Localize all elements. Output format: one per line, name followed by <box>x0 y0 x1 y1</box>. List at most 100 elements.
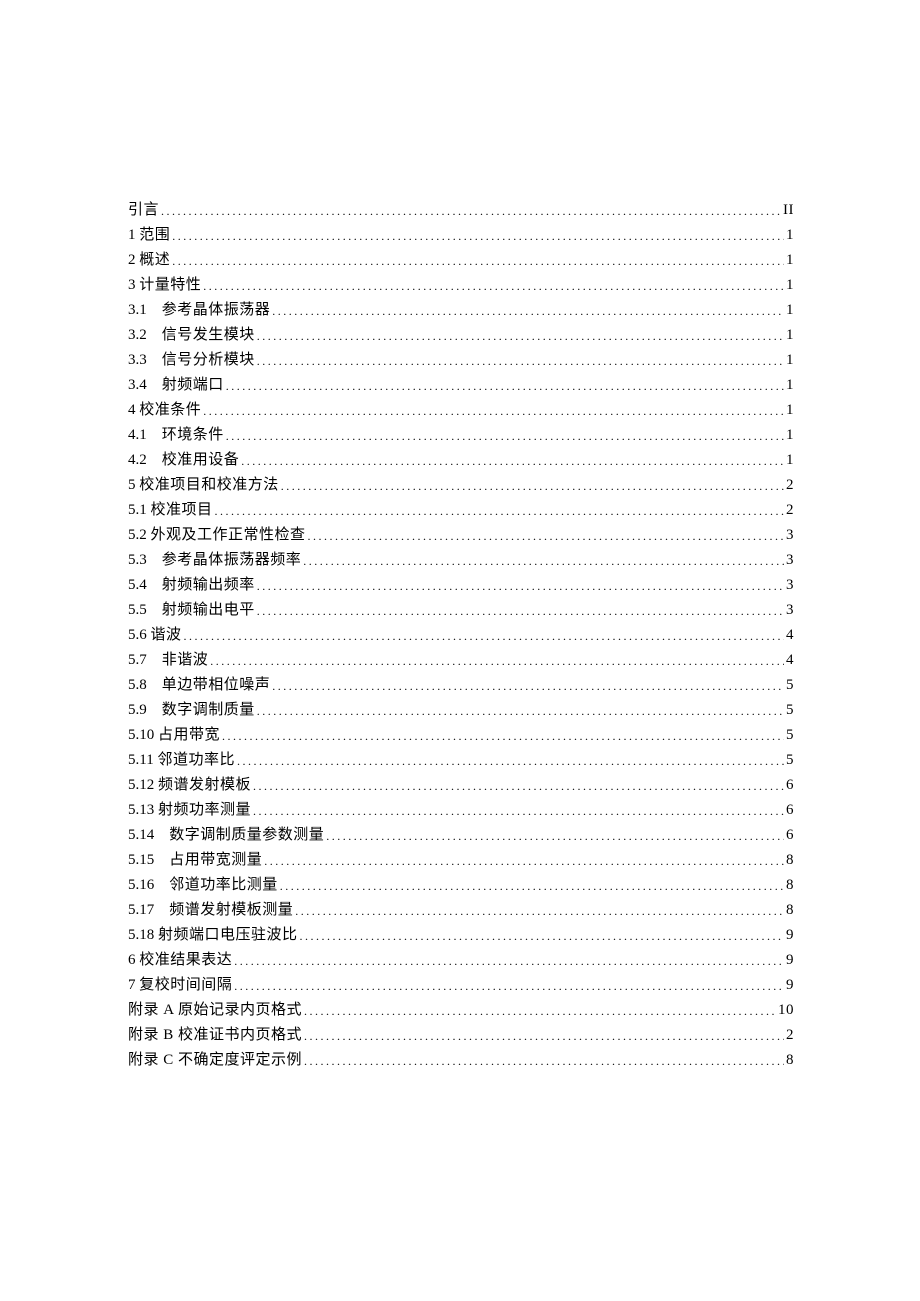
toc-entry-number: 2 <box>128 248 136 273</box>
toc-entry-title: 频谱发射模板测量 <box>169 898 293 923</box>
toc-entry-title: 频谱发射模板 <box>158 773 251 798</box>
toc-entry: 附录 A 原始记录内页格式10 <box>128 998 794 1023</box>
toc-entry: 4.1 环境条件1 <box>128 423 794 448</box>
toc-entry-number: 4.1 <box>128 423 147 448</box>
toc-entry-number: 5.6 <box>128 623 147 648</box>
toc-entry: 5.18 射频端口电压驻波比9 <box>128 923 794 948</box>
toc-dot-leader <box>281 474 784 499</box>
toc-entry-number: 4 <box>128 398 136 423</box>
toc-entry: 6 校准结果表达9 <box>128 948 794 973</box>
toc-entry-title: 射频输出电平 <box>162 598 255 623</box>
toc-entry: 3.4 射频端口 1 <box>128 373 794 398</box>
toc-entry-number: 6 <box>128 948 136 973</box>
toc-dot-leader <box>303 549 784 574</box>
toc-entry-page: 3 <box>786 573 794 598</box>
toc-entry-page: 1 <box>786 223 794 248</box>
toc-entry-number: 5.5 <box>128 598 147 623</box>
toc-dot-leader <box>226 374 784 399</box>
toc-entry-title: 引言 <box>128 198 159 223</box>
toc-entry: 5.13 射频功率测量6 <box>128 798 794 823</box>
toc-dot-leader <box>237 749 784 774</box>
toc-entry: 1 范围1 <box>128 223 794 248</box>
toc-dot-leader <box>161 199 781 224</box>
toc-entry-page: II <box>783 198 794 223</box>
toc-entry-page: 4 <box>786 623 794 648</box>
toc-entry: 5.7 非谐波4 <box>128 648 794 673</box>
toc-entry-gap <box>154 873 169 898</box>
toc-entry-number: 5.12 <box>128 773 154 798</box>
toc-entry-title: 邻道功率比 <box>157 748 235 773</box>
toc-dot-leader <box>304 1024 784 1049</box>
toc-entry-title: 范围 <box>139 223 170 248</box>
toc-entry-title: 附录 B 校准证书内页格式 <box>128 1023 302 1048</box>
toc-dot-leader <box>222 724 784 749</box>
toc-entry-title: 参考晶体振荡器频率 <box>162 548 302 573</box>
toc-dot-leader <box>253 774 784 799</box>
toc-entry: 5.1 校准项目2 <box>128 498 794 523</box>
toc-dot-leader <box>184 624 784 649</box>
toc-entry-gap <box>147 298 162 323</box>
toc-entry-gap <box>147 373 162 398</box>
toc-entry-title: 非谐波 <box>162 648 209 673</box>
toc-entry-number: 3.3 <box>128 348 147 373</box>
toc-entry-title: 参考晶体振荡器 <box>162 298 271 323</box>
toc-entry: 5.3 参考晶体振荡器频率3 <box>128 548 794 573</box>
toc-entry-number: 3.2 <box>128 323 147 348</box>
toc-entry-number: 5.18 <box>128 923 154 948</box>
toc-entry-number: 5.7 <box>128 648 147 673</box>
toc-dot-leader <box>280 874 784 899</box>
toc-dot-leader <box>257 699 784 724</box>
toc-entry: 5.4 射频输出频率3 <box>128 573 794 598</box>
toc-entry-title: 射频端口 <box>162 373 224 398</box>
toc-entry: 7 复校时间间隔9 <box>128 973 794 998</box>
toc-entry-page: 1 <box>786 448 794 473</box>
toc-entry: 5.14 数字调制质量参数测量6 <box>128 823 794 848</box>
toc-entry-page: 6 <box>786 773 794 798</box>
toc-entry-title: 信号发生模块 <box>162 323 255 348</box>
toc-entry: 附录 B 校准证书内页格式2 <box>128 1023 794 1048</box>
toc-entry-title: 计量特性 <box>139 273 201 298</box>
toc-entry-page: 1 <box>786 348 794 373</box>
toc-entry-title: 校准条件 <box>139 398 201 423</box>
toc-dot-leader <box>241 449 784 474</box>
toc-entry-gap <box>147 698 162 723</box>
toc-dot-leader <box>172 249 784 274</box>
toc-entry-title: 邻道功率比测量 <box>169 873 278 898</box>
toc-entry-number: 5.16 <box>128 873 154 898</box>
toc-entry-title: 射频功率测量 <box>158 798 251 823</box>
toc-entry-page: 8 <box>786 1048 794 1073</box>
toc-entry-page: 5 <box>786 723 794 748</box>
toc-entry-title: 占用带宽测量 <box>169 848 262 873</box>
toc-entry-number: 3.1 <box>128 298 147 323</box>
toc-entry-number: 3.4 <box>128 373 147 398</box>
toc-dot-leader <box>308 524 784 549</box>
toc-entry-gap <box>147 423 162 448</box>
toc-entry-page: 8 <box>786 873 794 898</box>
toc-entry: 附录 C 不确定度评定示例8 <box>128 1048 794 1073</box>
toc-entry-number: 5.15 <box>128 848 154 873</box>
toc-dot-leader <box>203 399 784 424</box>
toc-entry-gap <box>147 448 162 473</box>
toc-entry-page: 10 <box>778 998 794 1023</box>
toc-entry: 引言 II <box>128 198 794 223</box>
toc-entry: 5.10 占用带宽5 <box>128 723 794 748</box>
toc-entry-page: 1 <box>786 398 794 423</box>
toc-entry-page: 1 <box>786 373 794 398</box>
toc-entry-page: 6 <box>786 823 794 848</box>
toc-dot-leader <box>257 574 784 599</box>
toc-entry: 5.5 射频输出电平3 <box>128 598 794 623</box>
toc-page: 引言II1 范围12 概述13 计量特性13.1 参考晶体振荡器13.2 信号发… <box>0 0 920 1301</box>
toc-entry-number: 5 <box>128 473 136 498</box>
toc-dot-leader <box>257 349 784 374</box>
toc-entry-gap <box>154 848 169 873</box>
toc-entry: 3 计量特性1 <box>128 273 794 298</box>
toc-dot-leader <box>326 824 784 849</box>
toc-entry-number: 3 <box>128 273 136 298</box>
toc-entry-number: 5.3 <box>128 548 147 573</box>
toc-entry-number: 5.13 <box>128 798 154 823</box>
toc-entry-title: 校准结果表达 <box>139 948 232 973</box>
toc-entry-number: 5.9 <box>128 698 147 723</box>
toc-entry-title: 射频输出频率 <box>162 573 255 598</box>
toc-dot-leader <box>203 274 784 299</box>
toc-entry-title: 谐波 <box>151 623 182 648</box>
